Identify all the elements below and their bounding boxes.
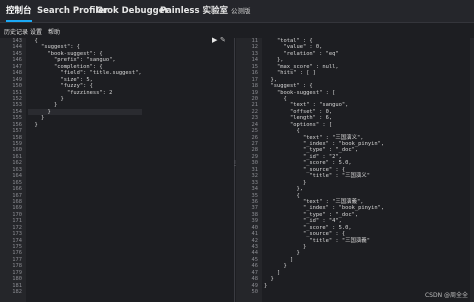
request-code[interactable]: { "suggest": { "book-suggest": { "prefix… [28, 38, 142, 128]
code-line: "field": "title.suggest", [28, 70, 142, 77]
history-link[interactable]: 历史记录 [4, 27, 28, 36]
watermark: CSDN @周全全 [424, 292, 468, 299]
subnav: 历史记录 设置 帮助 [0, 23, 474, 37]
pane-divider[interactable] [234, 38, 235, 302]
code-line: "title" : "三国演义" [264, 173, 370, 180]
left-gutter: 143 144 145 146 147 148 149 150 151 152 153 154 155 1… [0, 38, 26, 302]
right-gutter: 11 12 13 14 15 16 17 18 19 20 21 22 23 24 25 26 27 28 29 30… [236, 38, 262, 302]
tab-console[interactable]: 控制台 [6, 0, 32, 22]
help-link[interactable]: 帮助 [48, 27, 60, 36]
request-editor[interactable]: 143 144 145 146 147 148 149 150 151 152 153 154 155 1… [0, 38, 233, 302]
code-line: } [28, 121, 38, 128]
response-viewer[interactable]: 11 12 13 14 15 16 17 18 19 20 21 22 23 24 25 26 27 28 29 30… [236, 38, 470, 302]
top-tab-bar: 控制台 Search Profiler Grok Debugger Painle… [0, 0, 474, 23]
tab-grok-debugger[interactable]: Grok Debugger [96, 0, 169, 22]
beta-badge: 公测版 [230, 7, 251, 15]
tab-painless-label: Painless 实验室 [160, 6, 228, 16]
response-code: "total" : { "value" : 0, "relation" : "e… [264, 38, 384, 296]
settings-link[interactable]: 设置 [30, 27, 42, 36]
line-number: 182 [12, 289, 22, 296]
line-number: 50 [251, 289, 259, 296]
tab-painless-lab[interactable]: Painless 实验室 公测版 [160, 0, 250, 22]
code-line: "_index" : "book_pinyin", [264, 205, 385, 212]
scrollbar[interactable] [470, 38, 474, 302]
